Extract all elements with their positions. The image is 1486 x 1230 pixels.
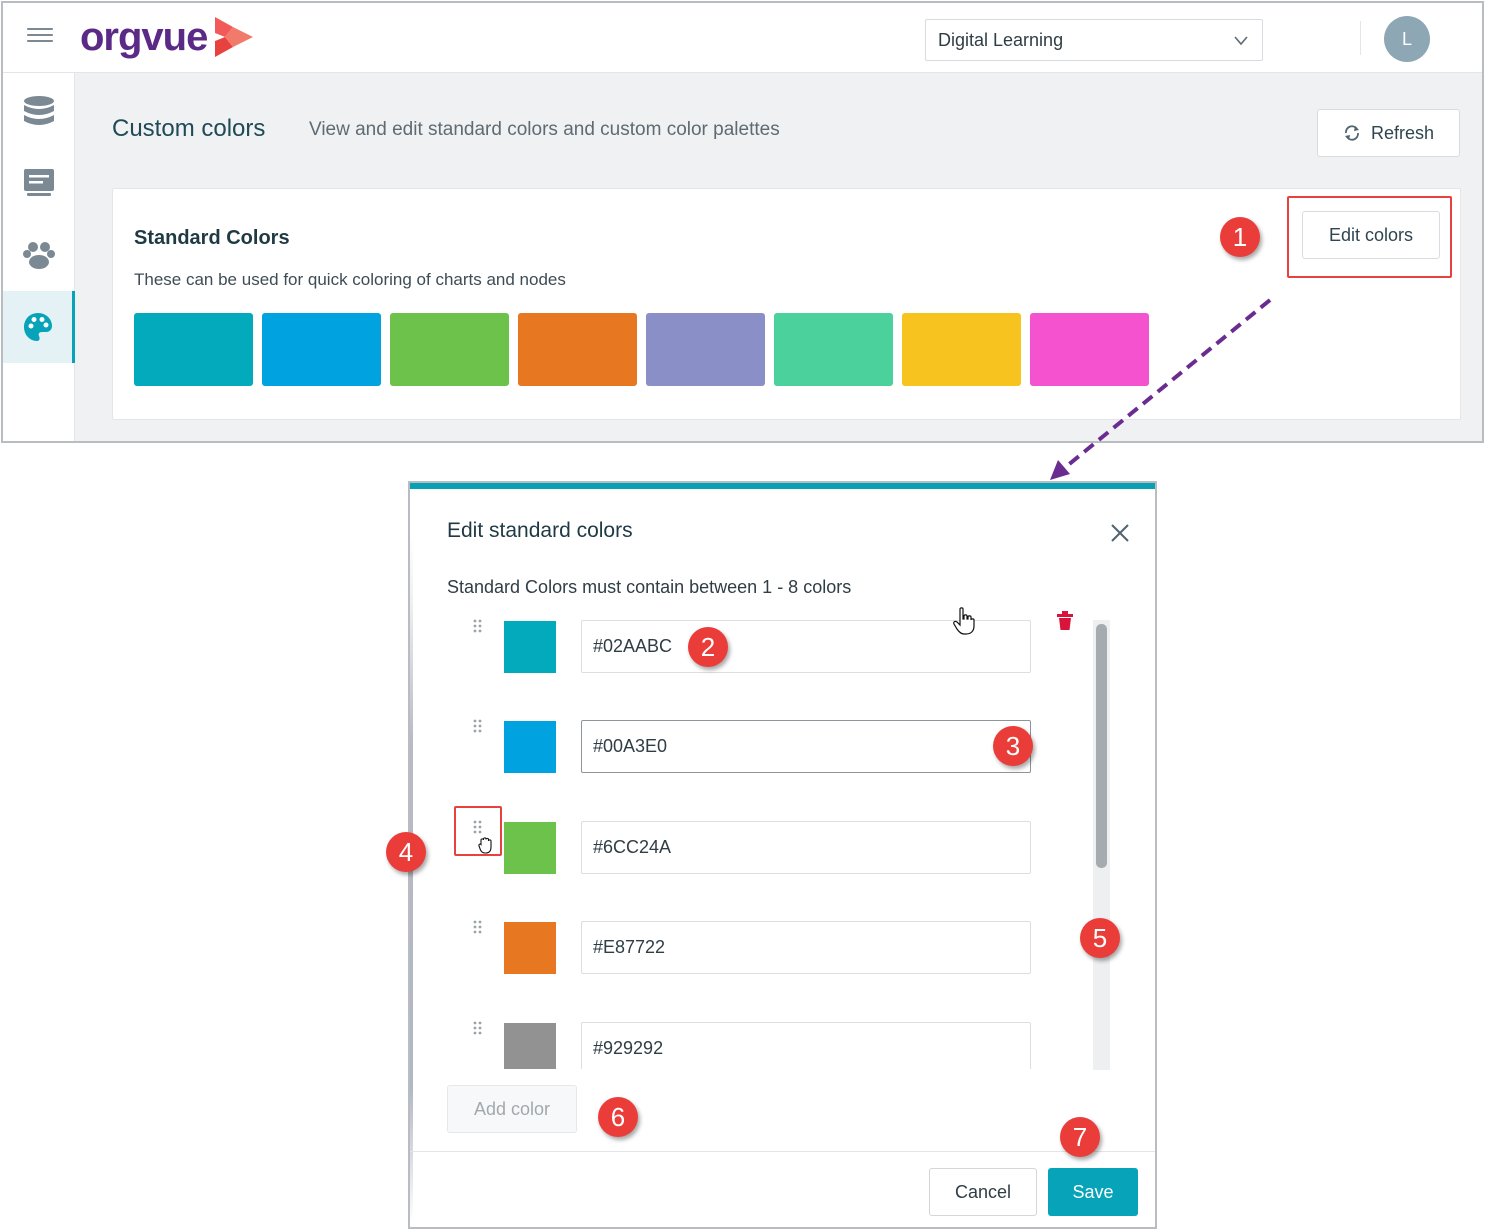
hex-color-input[interactable]	[581, 821, 1031, 874]
grab-hand-icon	[478, 837, 492, 854]
orgvue-logo[interactable]: orgvue	[80, 11, 255, 63]
hex-color-input[interactable]	[581, 921, 1031, 974]
color-row	[410, 707, 1080, 787]
app-window: orgvue Digital Learning L Custom colors …	[1, 1, 1484, 443]
sidebar	[3, 73, 75, 441]
annotation-marker-3: 3	[993, 726, 1033, 766]
color-swatch[interactable]	[262, 313, 381, 386]
drag-handle-icon[interactable]	[472, 619, 484, 633]
page-subtitle: View and edit standard colors and custom…	[309, 119, 780, 140]
color-preview[interactable]	[504, 721, 556, 773]
color-row	[410, 808, 1080, 888]
color-preview[interactable]	[504, 822, 556, 874]
edit-colors-button[interactable]: Edit colors	[1302, 211, 1440, 259]
annotation-marker-6: 6	[598, 1097, 638, 1137]
scrollbar[interactable]	[1093, 620, 1110, 1070]
people-icon	[23, 242, 55, 269]
drag-handle-icon[interactable]	[472, 719, 484, 733]
standard-color-swatches	[134, 313, 1149, 386]
sidebar-item-people[interactable]	[3, 219, 75, 291]
refresh-button[interactable]: Refresh	[1317, 109, 1460, 157]
user-avatar[interactable]: L	[1384, 16, 1430, 62]
trash-icon[interactable]	[1057, 611, 1073, 631]
color-swatch[interactable]	[518, 313, 637, 386]
logo-mark-icon	[215, 17, 254, 57]
standard-colors-title: Standard Colors	[134, 227, 290, 249]
refresh-icon	[1344, 125, 1359, 141]
annotation-marker-7: 7	[1060, 1117, 1100, 1157]
workspace-value: Digital Learning	[938, 29, 1064, 50]
sidebar-item-documents[interactable]	[3, 147, 75, 219]
dialog-accent-bar	[410, 483, 1155, 489]
color-preview[interactable]	[504, 621, 556, 673]
color-row	[410, 908, 1080, 988]
dialog-description: Standard Colors must contain between 1 -…	[447, 577, 852, 597]
add-color-button[interactable]: Add color	[447, 1085, 577, 1133]
annotation-marker-5: 5	[1080, 918, 1120, 958]
drag-handle-icon[interactable]	[472, 820, 484, 834]
logo-text: orgvue	[80, 14, 208, 59]
page-title: Custom colors	[112, 115, 266, 142]
color-row	[410, 1009, 1080, 1069]
color-swatch[interactable]	[134, 313, 253, 386]
cancel-button[interactable]: Cancel	[929, 1168, 1037, 1216]
pointer-hand-icon	[953, 607, 975, 635]
drag-handle-icon[interactable]	[472, 1021, 484, 1035]
color-swatch[interactable]	[390, 313, 509, 386]
color-preview[interactable]	[504, 1023, 556, 1069]
close-icon[interactable]	[1108, 521, 1132, 545]
hamburger-menu-icon[interactable]	[27, 28, 53, 46]
database-icon	[24, 96, 54, 125]
hex-color-input[interactable]	[581, 1022, 1031, 1069]
workspace-select[interactable]: Digital Learning	[925, 19, 1263, 61]
hex-color-input[interactable]	[581, 720, 1031, 773]
save-button[interactable]: Save	[1048, 1168, 1138, 1216]
color-swatch[interactable]	[774, 313, 893, 386]
color-row	[410, 607, 1080, 687]
color-preview[interactable]	[504, 922, 556, 974]
color-list	[410, 607, 1080, 1069]
annotation-marker-1: 1	[1220, 217, 1260, 257]
dialog-footer-divider	[410, 1151, 1155, 1152]
dialog-title: Edit standard colors	[447, 519, 633, 542]
drag-handle-icon[interactable]	[472, 920, 484, 934]
top-bar: orgvue Digital Learning L	[3, 3, 1482, 73]
scrollbar-thumb[interactable]	[1096, 624, 1107, 868]
color-swatch[interactable]	[902, 313, 1021, 386]
sidebar-item-data[interactable]	[3, 75, 75, 147]
chevron-down-icon	[1234, 36, 1248, 46]
annotation-marker-4: 4	[386, 832, 426, 872]
standard-colors-description: These can be used for quick coloring of …	[134, 270, 566, 289]
color-swatch[interactable]	[646, 313, 765, 386]
document-icon	[24, 169, 54, 196]
color-swatch[interactable]	[1030, 313, 1149, 386]
sidebar-item-colors[interactable]	[3, 291, 75, 363]
standard-colors-panel: Standard Colors These can be used for qu…	[112, 188, 1461, 420]
refresh-label: Refresh	[1370, 122, 1435, 143]
palette-icon	[23, 313, 52, 341]
annotation-marker-2: 2	[688, 627, 728, 667]
edit-standard-colors-dialog: Edit standard colors Standard Colors mus…	[408, 481, 1157, 1229]
topbar-divider	[1360, 21, 1361, 55]
